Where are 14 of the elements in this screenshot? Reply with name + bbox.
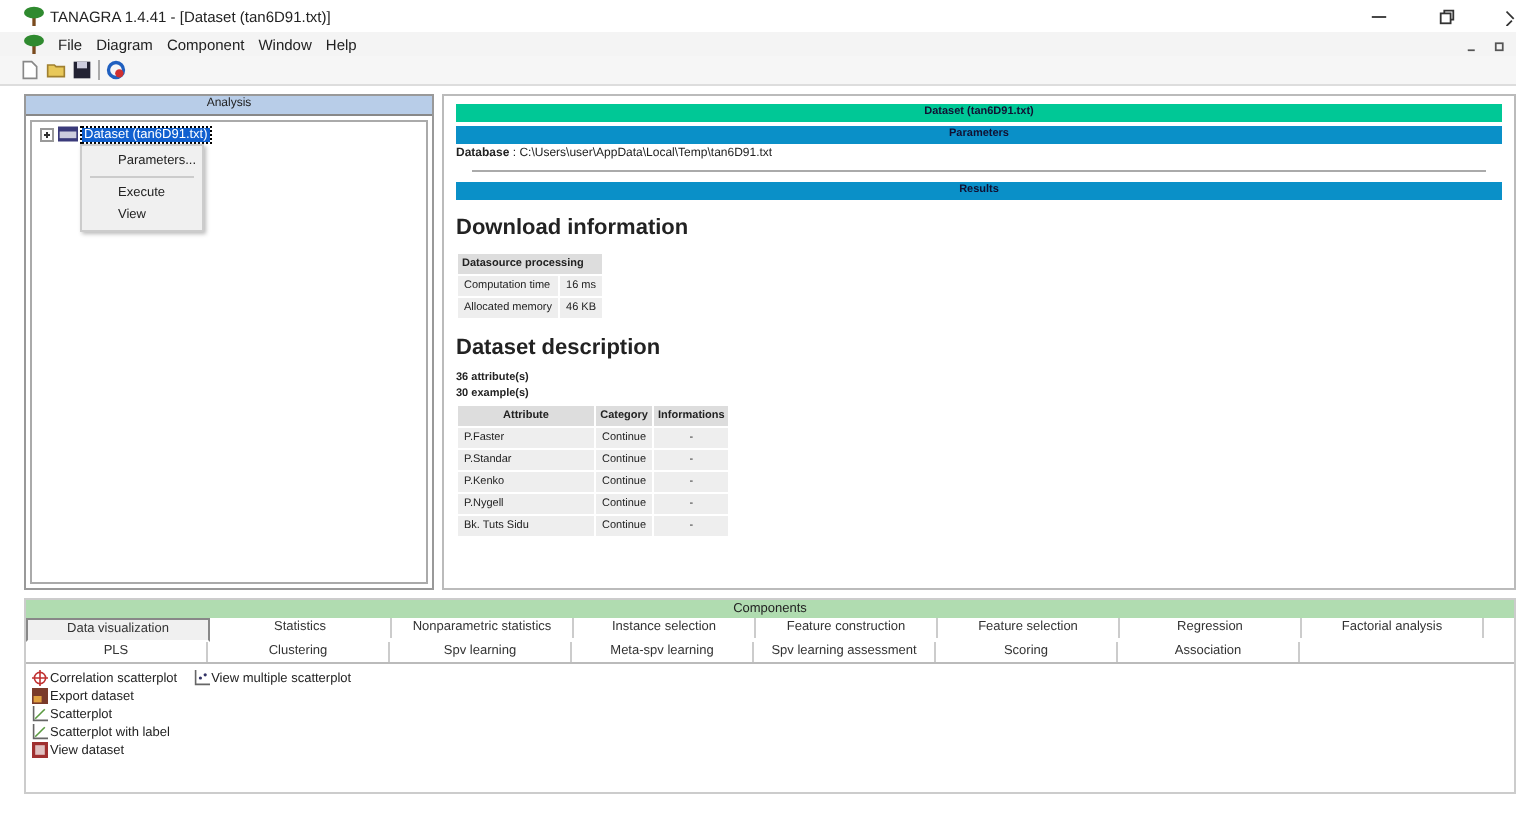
tree-logo-icon — [24, 34, 44, 54]
target-icon — [32, 670, 48, 686]
section-heading: Download information — [456, 216, 691, 240]
mdi-restore-icon[interactable] — [1494, 37, 1508, 51]
dataset-icon — [58, 126, 78, 142]
section-heading: Dataset description — [456, 336, 663, 360]
scatterplot-icon — [193, 670, 210, 686]
export-icon — [32, 688, 48, 704]
table-view-icon — [32, 742, 48, 758]
tree-logo-icon — [24, 6, 44, 26]
restore-icon[interactable] — [1438, 7, 1456, 25]
expander-icon[interactable] — [40, 127, 54, 141]
new-file-icon[interactable] — [20, 60, 40, 80]
save-icon[interactable] — [72, 60, 92, 80]
